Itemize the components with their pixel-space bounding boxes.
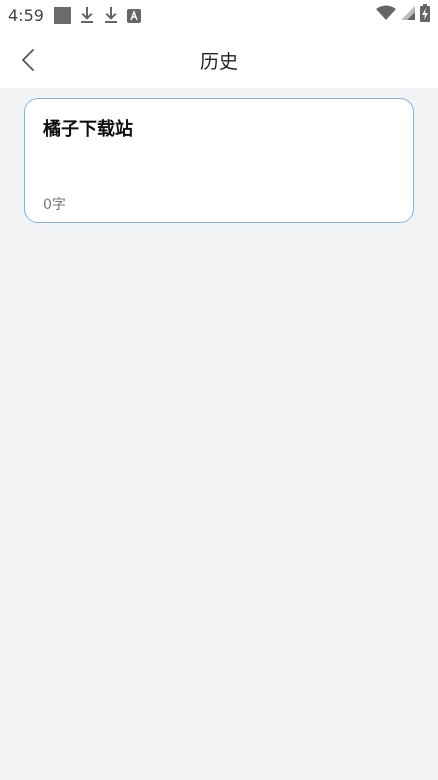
page-title: 历史 [199, 51, 238, 73]
battery-charging-icon [420, 4, 430, 26]
status-time: 4:59 [8, 5, 44, 25]
app-square-icon [53, 6, 71, 24]
font-a-icon [126, 8, 141, 23]
wifi-icon [376, 5, 396, 25]
status-bar: 4:59 [0, 0, 438, 30]
system-status-icons [376, 4, 430, 26]
app-header: 历史 [0, 30, 438, 88]
signal-icon [400, 5, 416, 25]
history-item[interactable]: 橘子下载站 0字 [24, 98, 414, 223]
history-item-title: 橘子下载站 [43, 119, 133, 140]
download-icon [79, 6, 95, 24]
download-icon [103, 6, 119, 24]
notification-icons [53, 6, 141, 24]
history-item-word-count: 0字 [43, 197, 66, 213]
